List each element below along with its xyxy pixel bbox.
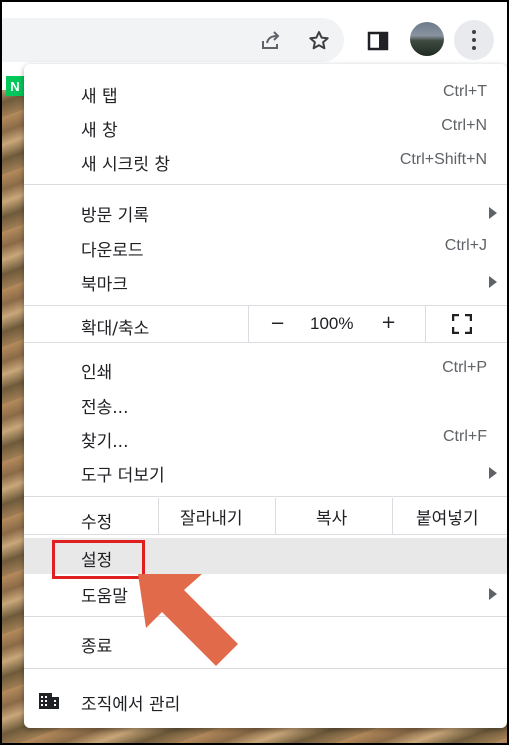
- menu-item-label: 조직에서 관리: [81, 695, 181, 715]
- profile-avatar[interactable]: [410, 22, 444, 56]
- paste-button[interactable]: 붙여넣기: [416, 504, 479, 529]
- menu-item-bookmarks[interactable]: 북마크: [24, 264, 507, 298]
- menu-divider: [24, 534, 507, 535]
- menu-divider: [24, 616, 507, 617]
- zoom-in-button[interactable]: +: [381, 312, 396, 333]
- share-icon[interactable]: [256, 26, 286, 56]
- edit-divider: [275, 498, 276, 534]
- menu-item-label: 도구 더보기: [81, 466, 165, 486]
- menu-item-label: 인쇄: [81, 363, 113, 383]
- browser-window: N 새 탭 Ctrl+T 새 창 Ctrl+N 새 시크릿 창 Ctrl+Shi…: [0, 0, 509, 745]
- menu-item-label: 방문 기록: [81, 206, 149, 226]
- side-panel-icon[interactable]: [362, 26, 394, 56]
- building-icon: [38, 689, 60, 711]
- menu-item-label: 도움말: [81, 587, 128, 607]
- menu-divider: [24, 496, 507, 497]
- menu-item-cast[interactable]: 전송...: [24, 387, 507, 421]
- more-menu-icon[interactable]: [454, 20, 494, 60]
- menu-divider: [24, 184, 507, 185]
- menu-item-new-incognito[interactable]: 새 시크릿 창 Ctrl+Shift+N: [24, 144, 507, 178]
- menu-item-label: 새 시크릿 창: [81, 155, 171, 175]
- menu-item-label: 다운로드: [81, 241, 144, 261]
- menu-item-managed-by-org[interactable]: 조직에서 관리: [24, 684, 507, 718]
- menu-item-label: 종료: [81, 637, 113, 657]
- zoom-label: 확대/축소: [81, 319, 150, 339]
- zoom-level: 100%: [310, 314, 354, 333]
- menu-item-help[interactable]: 도움말: [24, 576, 507, 610]
- menu-item-downloads[interactable]: 다운로드 Ctrl+J: [24, 230, 507, 264]
- menu-item-shortcut: Ctrl+F: [443, 428, 487, 445]
- menu-item-label: 새 창: [81, 121, 118, 141]
- edit-divider: [392, 498, 393, 534]
- fullscreen-icon[interactable]: [451, 313, 473, 335]
- edit-label: 수정: [81, 513, 113, 533]
- menu-item-shortcut: Ctrl+T: [443, 83, 487, 100]
- submenu-arrow-icon: [489, 276, 497, 288]
- star-icon[interactable]: [304, 26, 334, 56]
- menu-item-new-tab[interactable]: 새 탭 Ctrl+T: [24, 76, 507, 110]
- address-bar[interactable]: [2, 18, 344, 62]
- menu-divider: [24, 342, 507, 343]
- zoom-divider: [425, 306, 426, 342]
- menu-item-shortcut: Ctrl+P: [442, 359, 487, 376]
- zoom-row: 확대/축소 − 100% +: [24, 306, 507, 342]
- menu-divider: [24, 668, 507, 669]
- menu-item-history[interactable]: 방문 기록: [24, 195, 507, 229]
- edit-divider: [158, 498, 159, 534]
- chrome-main-menu: 새 탭 Ctrl+T 새 창 Ctrl+N 새 시크릿 창 Ctrl+Shift…: [24, 64, 507, 728]
- menu-item-label: 새 탭: [81, 87, 118, 107]
- site-logo-badge: N: [6, 76, 24, 96]
- menu-item-more-tools[interactable]: 도구 더보기: [24, 455, 507, 489]
- menu-item-label: 찾기...: [81, 432, 129, 452]
- zoom-divider: [248, 306, 249, 342]
- menu-item-new-window[interactable]: 새 창 Ctrl+N: [24, 110, 507, 144]
- edit-row: 수정 잘라내기 복사 붙여넣기: [24, 498, 507, 534]
- pointer-arrow-annotation: [138, 574, 238, 666]
- menu-item-shortcut: Ctrl+N: [441, 117, 487, 134]
- cut-button[interactable]: 잘라내기: [180, 504, 243, 529]
- browser-toolbar: [2, 2, 507, 62]
- submenu-arrow-icon: [489, 588, 497, 600]
- menu-item-label: 북마크: [81, 275, 128, 295]
- submenu-arrow-icon: [489, 467, 497, 479]
- menu-item-shortcut: Ctrl+J: [444, 237, 487, 254]
- zoom-out-button[interactable]: −: [270, 313, 285, 334]
- menu-item-shortcut: Ctrl+Shift+N: [399, 151, 487, 168]
- menu-item-print[interactable]: 인쇄 Ctrl+P: [24, 352, 507, 386]
- submenu-arrow-icon: [489, 207, 497, 219]
- menu-item-label: 전송...: [81, 398, 129, 418]
- menu-item-find[interactable]: 찾기... Ctrl+F: [24, 421, 507, 455]
- menu-item-exit[interactable]: 종료: [24, 626, 507, 660]
- copy-button[interactable]: 복사: [316, 504, 347, 529]
